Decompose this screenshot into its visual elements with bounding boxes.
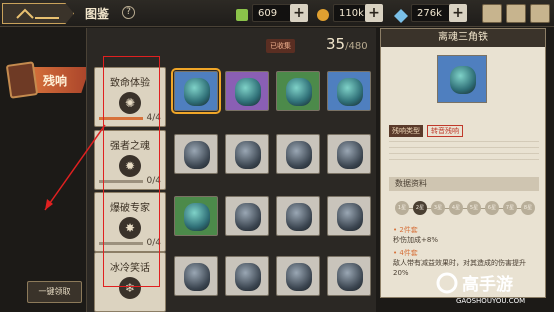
item-description	[389, 141, 539, 163]
set-bonus-tier: • 2件套	[393, 226, 418, 234]
level-dot[interactable]: 6星	[485, 201, 499, 215]
star-level-selector: 1星 2星 3星 4星 5星 6星 7星 8星	[395, 201, 535, 217]
level-dot[interactable]: 1星	[395, 201, 409, 215]
echo-type-value: 转音残响	[427, 125, 463, 137]
detail-item-image	[437, 55, 487, 103]
level-dot[interactable]: 3星	[431, 201, 445, 215]
set-bonus-text: 秒伤加成+8%	[393, 236, 438, 244]
watermark-text: 高手游	[462, 275, 513, 295]
detail-panel: 离魂三角铁 残响类型 转音残响 数据资料 1星 2星 3星 4星 5星 6星 7…	[380, 28, 546, 298]
watermark-logo-icon	[436, 272, 458, 294]
level-dot[interactable]: 7星	[503, 201, 517, 215]
watermark: 高手游 GAOSHOUYOU.COM	[436, 270, 550, 310]
level-dot[interactable]: 2星	[413, 201, 427, 215]
data-section-header: 数据资料	[389, 177, 539, 191]
level-dot[interactable]: 4星	[449, 201, 463, 215]
level-dot[interactable]: 5星	[467, 201, 481, 215]
watermark-url: GAOSHOUYOU.COM	[456, 297, 526, 305]
set-bonus-tier: • 4件套	[393, 249, 418, 257]
level-dot[interactable]: 8星	[521, 201, 535, 215]
echo-type-label: 残响类型	[389, 125, 423, 137]
triangle-item-icon	[450, 66, 476, 94]
detail-title: 离魂三角铁	[381, 29, 545, 47]
